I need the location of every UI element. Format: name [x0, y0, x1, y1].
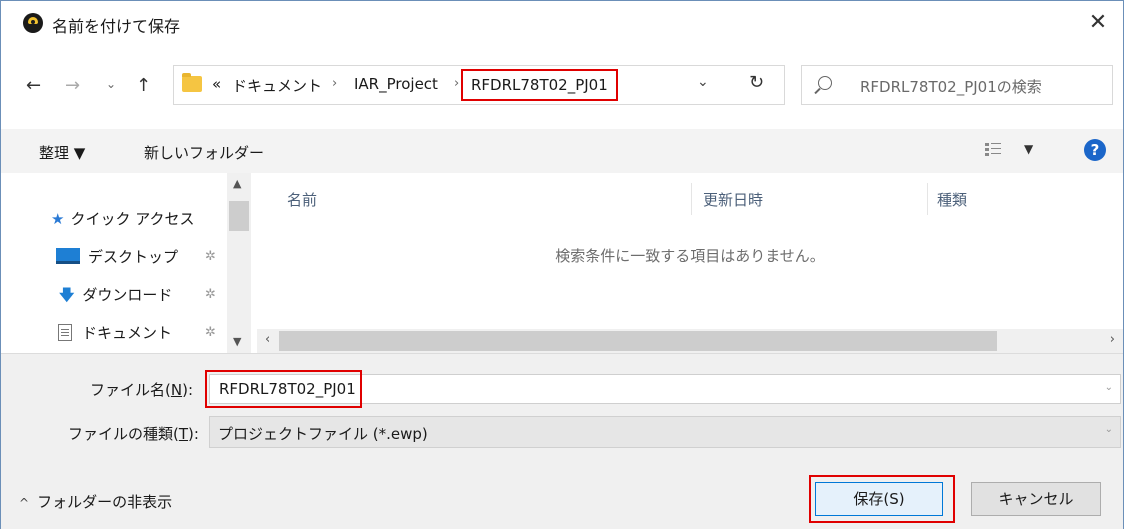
filename-highlight-box — [205, 370, 362, 408]
pin-icon: ✲ — [205, 325, 216, 340]
pin-icon: ✲ — [205, 249, 216, 264]
recent-locations-chevron-icon[interactable]: ⌄ — [106, 77, 116, 91]
chevron-down-icon[interactable]: ⌄ — [1105, 382, 1113, 393]
title-bar: 名前を付けて保存 ✕ — [1, 1, 1123, 45]
chevron-down-icon[interactable]: ⌄ — [1105, 424, 1113, 435]
search-icon — [818, 76, 832, 90]
app-icon — [23, 13, 43, 33]
breadcrumb-current-folder[interactable]: RFDRL78T02_PJ01 — [461, 69, 618, 101]
breadcrumb-documents[interactable]: ドキュメント — [232, 75, 322, 96]
filelist-horizontal-scrollbar[interactable]: ‹ › — [257, 329, 1123, 353]
nav-item-downloads[interactable]: 🡇 ダウンロード — [59, 284, 172, 310]
search-box[interactable]: RFDRL78T02_PJ01の検索 — [801, 65, 1113, 105]
nav-item-desktop[interactable]: デスクトップ — [56, 246, 178, 267]
hide-folders-label: フォルダーの非表示 — [37, 493, 173, 511]
chevron-up-icon: ^ — [19, 496, 30, 510]
star-icon: ★ — [51, 210, 65, 228]
address-bar[interactable]: « ドキュメント › IAR_Project › RFDRL78T02_PJ01… — [173, 65, 785, 105]
scrollbar-thumb[interactable] — [229, 201, 249, 231]
nav-item-quick-access[interactable]: ★ クイック アクセス — [51, 208, 194, 229]
nav-item-label: ダウンロード — [82, 286, 173, 304]
save-options-panel: ファイル名(N): RFDRL78T02_PJ01 ⌄ ファイルの種類(T): … — [1, 353, 1123, 529]
download-arrow-icon: 🡇 — [59, 286, 75, 304]
scroll-left-icon[interactable]: ‹ — [265, 332, 270, 347]
window-title: 名前を付けて保存 — [52, 17, 181, 36]
nav-item-label: ドキュメント — [82, 324, 173, 342]
desktop-icon — [56, 248, 80, 264]
address-dropdown-icon[interactable]: ⌄ — [697, 74, 709, 90]
file-list: 名前 更新日時 種類 検索条件に一致する項目はありません。 ‹ › — [257, 173, 1123, 353]
pin-icon: ✲ — [205, 287, 216, 302]
organize-menu-button[interactable]: 整理 ▼ — [39, 142, 85, 163]
scroll-up-icon[interactable]: ▲ — [233, 177, 241, 190]
navpane-scrollbar[interactable]: ▲ ▼ — [227, 173, 251, 353]
filetype-value[interactable]: プロジェクトファイル (*.ewp) — [218, 423, 428, 444]
hide-folders-toggle[interactable]: ^ フォルダーの非表示 — [19, 491, 172, 512]
nav-item-label: クイック アクセス — [70, 210, 195, 228]
save-button[interactable]: 保存(S) — [815, 482, 943, 516]
breadcrumb-iar-project[interactable]: IAR_Project — [354, 75, 438, 93]
navigation-bar: ← → ⌄ ↑ « ドキュメント › IAR_Project › RFDRL78… — [1, 45, 1123, 117]
filename-label: ファイル名(N): — [90, 381, 193, 399]
refresh-icon[interactable]: ↻ — [749, 72, 764, 93]
scroll-down-icon[interactable]: ▼ — [233, 335, 241, 348]
column-header-type[interactable]: 種類 — [937, 189, 967, 210]
view-dropdown-icon[interactable]: ▼ — [1024, 142, 1033, 156]
filetype-select[interactable]: プロジェクトファイル (*.ewp) ⌄ — [209, 416, 1121, 448]
cancel-button[interactable]: キャンセル — [971, 482, 1101, 516]
breadcrumb-overflow[interactable]: « — [212, 75, 221, 93]
view-options-icon[interactable] — [985, 142, 1001, 158]
empty-list-message: 検索条件に一致する項目はありません。 — [555, 247, 825, 265]
up-arrow-icon[interactable]: ↑ — [136, 75, 151, 96]
navigation-pane: ★ クイック アクセス デスクトップ ✲ 🡇 ダウンロード ✲ ドキュメント ✲ ▲… — [1, 173, 251, 353]
back-arrow-icon[interactable]: ← — [26, 75, 41, 96]
filetype-label: ファイルの種類(T): — [68, 425, 199, 443]
close-button[interactable]: ✕ — [1083, 9, 1113, 37]
column-divider[interactable] — [691, 183, 692, 215]
forward-arrow-icon[interactable]: → — [65, 75, 80, 96]
folder-icon — [182, 73, 202, 92]
new-folder-button[interactable]: 新しいフォルダー — [144, 142, 264, 163]
scroll-right-icon[interactable]: › — [1110, 332, 1115, 347]
document-icon — [58, 324, 72, 341]
search-placeholder: RFDRL78T02_PJ01の検索 — [860, 78, 1042, 96]
scrollbar-thumb[interactable] — [279, 331, 997, 351]
command-toolbar: 整理 ▼ 新しいフォルダー ▼ ? — [1, 129, 1123, 173]
save-as-dialog: 名前を付けて保存 ✕ ← → ⌄ ↑ « ドキュメント › IAR_Projec… — [0, 0, 1124, 529]
help-icon[interactable]: ? — [1084, 139, 1106, 161]
nav-item-label: デスクトップ — [88, 248, 179, 266]
nav-item-documents[interactable]: ドキュメント — [58, 322, 172, 343]
breadcrumb-separator[interactable]: › — [454, 76, 459, 91]
column-divider[interactable] — [927, 183, 928, 215]
column-header-name[interactable]: 名前 — [287, 189, 317, 210]
column-header-modified[interactable]: 更新日時 — [703, 189, 763, 210]
breadcrumb-separator[interactable]: › — [332, 76, 337, 91]
